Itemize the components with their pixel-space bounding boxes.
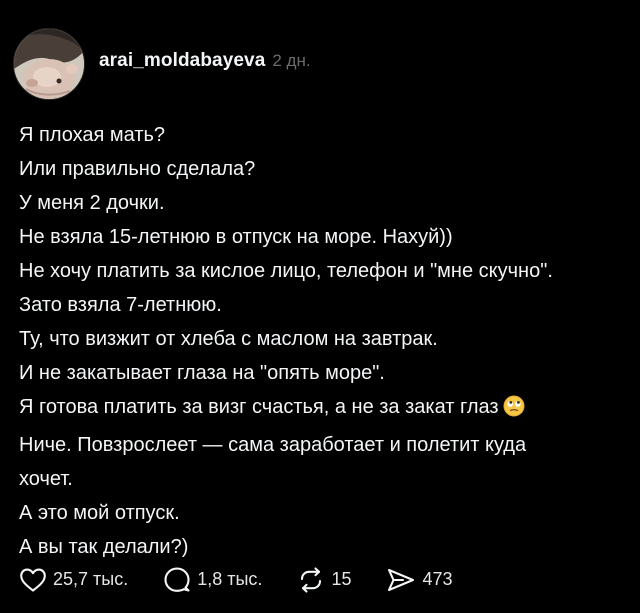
post-line: А вы так делали?) [19, 536, 189, 558]
post-line: А это мой отпуск. [19, 502, 180, 524]
avatar[interactable] [13, 28, 85, 100]
face-with-rolling-eyes-icon [503, 394, 525, 428]
thread-post: arai_moldabayeva 2 дн. Я плохая мать? Ил… [0, 0, 640, 613]
post-line-text: Я готова платить за визг счастья, а не з… [19, 396, 499, 418]
post-line: Ту, что визжит от хлеба с маслом на завт… [19, 328, 438, 350]
post-body: Я плохая мать? Или правильно сделала? У … [19, 118, 619, 564]
post-line: Ниче. Повзрослеет — сама заработает и по… [19, 434, 527, 456]
like-button[interactable]: 25,7 тыс. [19, 567, 128, 593]
repost-icon [297, 566, 325, 593]
post-line: У меня 2 дочки. [19, 192, 165, 214]
post-line: Или правильно сделала? [19, 158, 256, 180]
repost-count: 15 [331, 569, 352, 589]
post-header: arai_moldabayeva 2 дн. [13, 28, 311, 100]
username-link[interactable]: arai_moldabayeva [99, 50, 265, 72]
share-send-icon [386, 567, 416, 593]
post-actions: 25,7 тыс. 1,8 тыс. 15 473 [19, 566, 488, 593]
post-time: 2 дн. [272, 51, 311, 70]
like-count: 25,7 тыс. [53, 569, 129, 589]
share-button[interactable]: 473 [386, 567, 453, 593]
comment-bubble-icon [163, 566, 191, 593]
post-meta: arai_moldabayeva 2 дн. [99, 50, 311, 72]
post-line: хочет. [19, 468, 73, 490]
post-line: Я плохая мать? [19, 124, 166, 146]
share-count: 473 [422, 569, 453, 589]
heart-icon [19, 567, 47, 593]
repost-button[interactable]: 15 [297, 566, 352, 593]
post-line-with-emoji: Я готова платить за визг счастья, а не з… [19, 390, 619, 428]
post-line: Не взяла 15-летнюю в отпуск на море. Нах… [19, 226, 453, 248]
comment-button[interactable]: 1,8 тыс. [163, 566, 262, 593]
post-line: И не закатывает глаза на "опять море". [19, 362, 385, 384]
post-line: Зато взяла 7-летнюю. [19, 294, 222, 316]
avatar-image [14, 29, 84, 99]
comment-count: 1,8 тыс. [197, 569, 263, 589]
post-line: Не хочу платить за кислое лицо, телефон … [19, 260, 553, 282]
